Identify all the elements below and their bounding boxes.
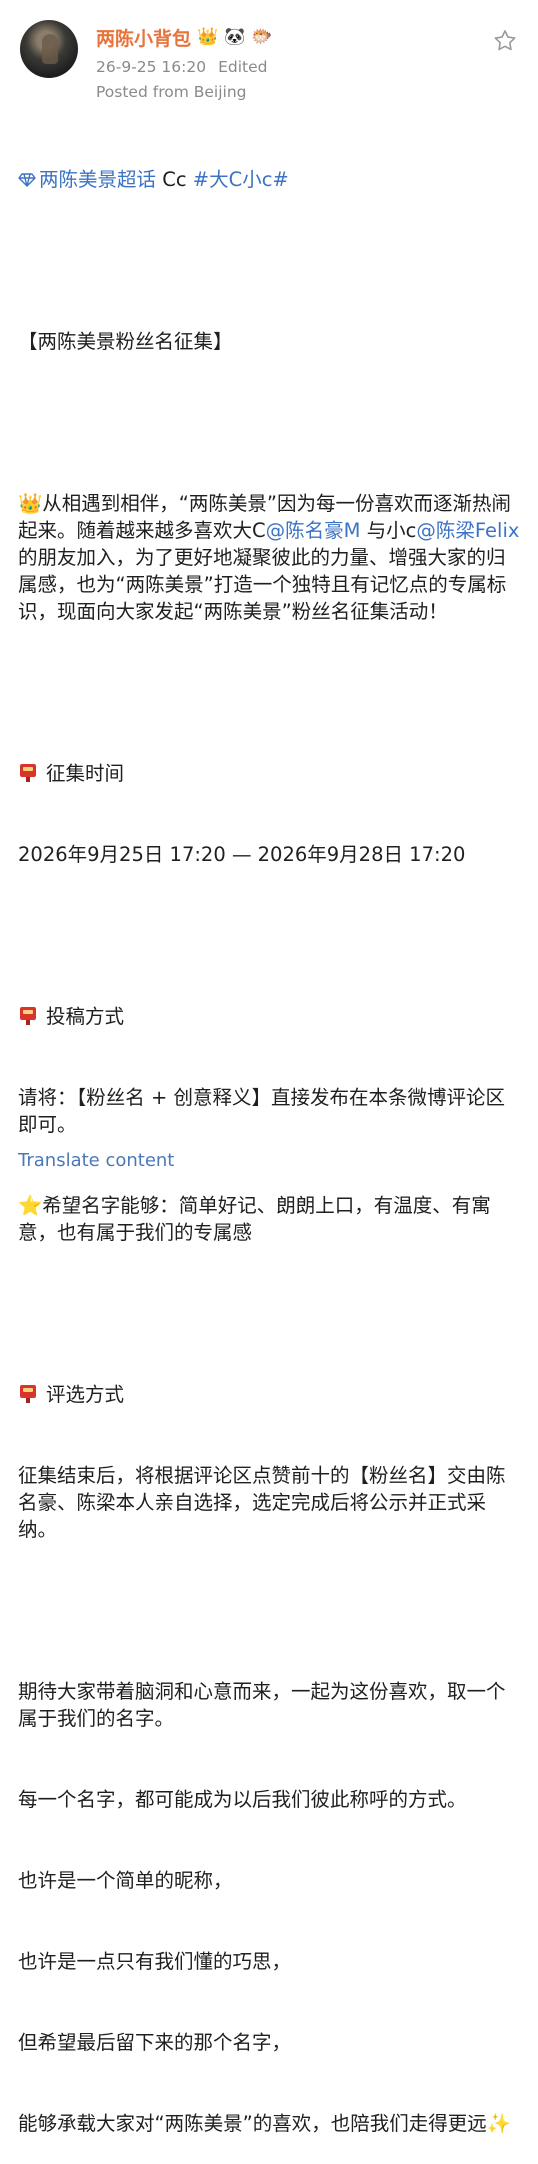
- closing-line-3: 也许是一个简单的昵称，: [18, 1869, 233, 1892]
- section-submit-body: 请将：【粉丝名 + 创意释义】直接发布在本条微博评论区即可。: [18, 1086, 505, 1136]
- hope-text: 希望名字能够：简单好记、朗朗上口，有温度、有寓意，也有属于我们的专属感: [18, 1194, 491, 1244]
- section-select-body: 征集结束后，将根据评论区点赞前十的【粉丝名】交由陈名豪、陈梁本人亲自选择，选定完…: [18, 1464, 506, 1541]
- mention-link-1[interactable]: @陈名豪M: [266, 519, 361, 542]
- author-name-text[interactable]: 两陈小背包: [96, 24, 191, 51]
- post-meta: 26-9-25 16:20 Edited: [96, 58, 280, 76]
- red-mailbox-icon: [20, 764, 36, 782]
- section-time-heading: 征集时间: [18, 760, 523, 787]
- closing-line-2: 每一个名字，都可能成为以后我们彼此称呼的方式。: [18, 1788, 467, 1811]
- panda-badge-icon: 🐼: [224, 27, 246, 47]
- mention-link-2[interactable]: @陈梁Felix: [416, 519, 519, 542]
- closing-line-6-text: 能够承载大家对“两陈美景”的喜欢，也陪我们走得更远: [18, 2112, 487, 2135]
- star-emoji-icon: ⭐: [18, 1194, 43, 1217]
- sparkle-icon: ✨: [486, 2112, 511, 2135]
- red-mailbox-icon: [20, 1385, 36, 1403]
- crown-emoji-icon: 👑: [18, 492, 43, 515]
- closing-line-4: 也许是一点只有我们懂的巧思，: [18, 1950, 292, 1973]
- edited-label[interactable]: Edited: [218, 58, 267, 76]
- post-timestamp: 26-9-25 16:20: [96, 58, 207, 76]
- closing-line-6: 能够承载大家对“两陈美景”的喜欢，也陪我们走得更远✨: [18, 2110, 523, 2137]
- intro-text-2: 与小c: [360, 519, 417, 542]
- diamond-icon: [18, 173, 36, 187]
- section-submit-heading: 投稿方式: [18, 1003, 523, 1030]
- supertopic-label[interactable]: 两陈美景超话: [39, 168, 156, 191]
- post-title: 【两陈美景粉丝名征集】: [18, 330, 233, 353]
- section-time-title: 征集时间: [46, 762, 125, 785]
- author-name[interactable]: 两陈小背包 👑 🐼 🐡: [96, 24, 273, 51]
- supertopic-link[interactable]: 两陈美景超话: [18, 168, 156, 191]
- post-body: 两陈美景超话 Cc #大C小c# 【两陈美景粉丝名征集】 👑从相遇到相伴，“两陈…: [18, 112, 523, 2164]
- red-mailbox-icon: [20, 1007, 36, 1025]
- post-location: Posted from Beijing: [96, 83, 247, 101]
- section-submit-hope: ⭐希望名字能够：简单好记、朗朗上口，有温度、有寓意，也有属于我们的专属感: [18, 1192, 523, 1246]
- section-select-title: 评选方式: [46, 1383, 125, 1406]
- star-outline-icon[interactable]: [492, 28, 518, 54]
- translate-content-link[interactable]: Translate content: [18, 1150, 174, 1171]
- section-submit-title: 投稿方式: [46, 1005, 125, 1028]
- topic-text: Cc: [156, 168, 193, 191]
- crown-badge-icon: 👑: [197, 27, 219, 47]
- closing-line-5: 但希望最后留下来的那个名字，: [18, 2031, 292, 2054]
- post-header: 两陈小背包 👑 🐼 🐡 26-9-25 16:20 Edited Posted f…: [0, 0, 538, 108]
- intro-paragraph: 👑从相遇到相伴，“两陈美景”因为每一份喜欢而逐渐热闹起来。随着越来越多喜欢大C@…: [18, 490, 523, 625]
- section-time-body: 2026年9月25日 17:20 — 2026年9月28日 17:20: [18, 843, 466, 866]
- avatar[interactable]: [20, 20, 78, 78]
- section-select-heading: 评选方式: [18, 1381, 523, 1408]
- topic-line: 两陈美景超话 Cc #大C小c#: [18, 166, 523, 193]
- hashtag-link[interactable]: #大C小c#: [193, 168, 289, 191]
- closing-line-1: 期待大家带着脑洞和心意而来，一起为这份喜欢，取一个属于我们的名字。: [18, 1680, 506, 1730]
- fish-badge-icon: 🐡: [251, 27, 273, 47]
